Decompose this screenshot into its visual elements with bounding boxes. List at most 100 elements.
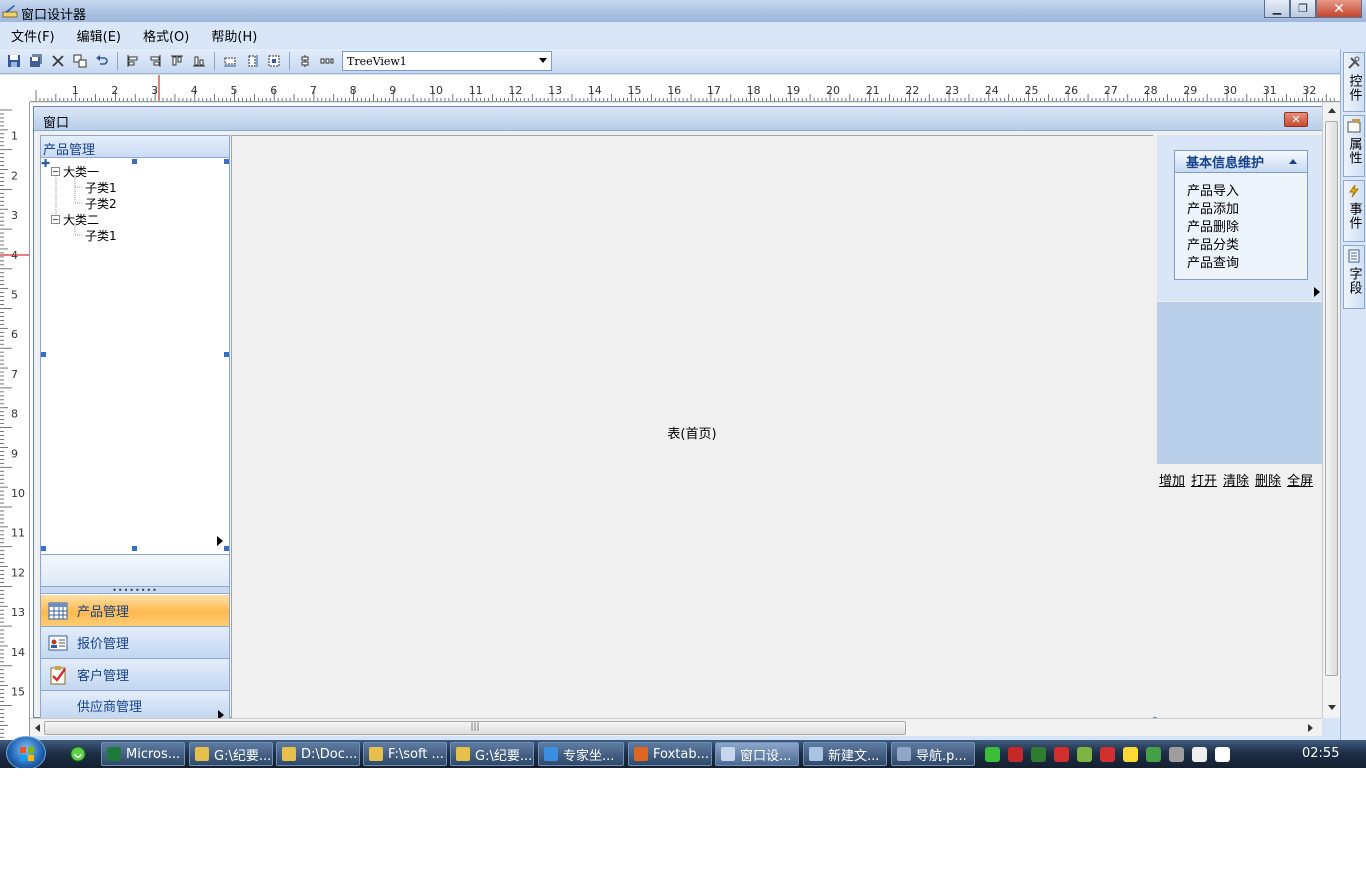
tray-icon[interactable] (1123, 746, 1138, 762)
scroll-down-icon[interactable] (1328, 705, 1336, 710)
tree-node-subcategory[interactable]: 子类1 (85, 227, 117, 243)
delete-link[interactable]: 删除 (1255, 470, 1281, 489)
tree-expander[interactable]: − (51, 166, 60, 176)
taskbar-button[interactable]: Micros... (101, 742, 185, 766)
tree-view[interactable]: − 大类一 子类1 子类2 − 大类二 子类1 ✚ (41, 158, 229, 554)
resize-handle[interactable] (41, 546, 46, 551)
tree-node-category[interactable]: − 大类二 (51, 211, 99, 227)
tray-icon[interactable] (1169, 746, 1184, 762)
vertical-scrollbar[interactable] (1322, 103, 1340, 718)
side-tab-events[interactable]: 事件 (1343, 180, 1365, 242)
splitter-grip[interactable]: •••••••• (41, 586, 229, 595)
scroll-left-icon[interactable] (35, 724, 40, 732)
resize-handle[interactable] (224, 159, 229, 164)
minimize-button[interactable]: ▁ (1264, 0, 1290, 18)
design-canvas[interactable]: 窗口 ✕ 产品管理 − 大类一 子类1 子类2 − 大类二 子类1 ✚ ••••… (30, 103, 1340, 720)
taskbar-button[interactable]: G:\纪要... (189, 742, 273, 766)
taskbar-button[interactable]: Foxtab... (628, 742, 712, 766)
same-width-icon[interactable] (219, 51, 241, 71)
outlook-nav-panel[interactable]: 产品管理 − 大类一 子类1 子类2 − 大类二 子类1 ✚ •••••••• … (40, 135, 230, 720)
control-selector-combo[interactable]: TreeView1 (342, 51, 552, 71)
nav-button-quote[interactable]: 报价管理 (41, 627, 229, 659)
menu-file[interactable]: 文件(F) (3, 26, 63, 45)
align-top-icon[interactable] (166, 51, 188, 71)
quick-launch-icon[interactable] (70, 746, 86, 762)
resize-handle[interactable] (224, 352, 229, 357)
chevron-down-icon[interactable] (539, 58, 547, 63)
same-height-icon[interactable] (241, 51, 263, 71)
nav-button-supplier[interactable]: 供应商管理 (41, 691, 229, 720)
start-button[interactable] (6, 736, 46, 768)
tray-icon[interactable] (1215, 746, 1230, 762)
tree-expander[interactable]: − (51, 214, 60, 224)
task-group[interactable]: 基本信息维护 产品导入 产品添加 产品删除 产品分类 产品查询 (1174, 150, 1308, 280)
tree-node-subcategory[interactable]: 子类1 (85, 179, 117, 195)
task-group-header[interactable]: 基本信息维护 (1175, 151, 1307, 173)
clear-link[interactable]: 清除 (1223, 470, 1249, 489)
play-arrow-icon[interactable] (1314, 287, 1320, 297)
taskbar-button[interactable]: D:\Doc... (276, 742, 360, 766)
content-area[interactable]: 表(首页) (231, 135, 1153, 719)
align-right-icon[interactable] (144, 51, 166, 71)
tray-icon[interactable] (1192, 746, 1207, 762)
task-item[interactable]: 产品删除 (1175, 216, 1307, 235)
nav-button-customer[interactable]: 客户管理 (41, 659, 229, 691)
resize-handle[interactable] (132, 159, 137, 164)
fullscreen-link[interactable]: 全屏 (1287, 470, 1313, 489)
task-pane[interactable]: 基本信息维护 产品导入 产品添加 产品删除 产品分类 产品查询 增加 打开 清除… (1157, 135, 1323, 719)
tree-node-category[interactable]: − 大类一 (51, 163, 99, 179)
undo-icon[interactable] (91, 51, 113, 71)
side-tab-fields[interactable]: 字段 (1343, 245, 1365, 309)
resize-handle[interactable] (41, 352, 46, 357)
taskbar-button[interactable]: F:\soft ... (363, 742, 447, 766)
horizontal-scroll-thumb[interactable]: ||| (44, 721, 906, 735)
menu-format[interactable]: 格式(O) (135, 26, 197, 45)
clock[interactable]: 02:55 (1302, 746, 1339, 761)
taskbar-button[interactable]: 专家坐... (538, 742, 624, 766)
tray-icon[interactable] (1008, 746, 1023, 762)
menu-edit[interactable]: 编辑(E) (69, 26, 129, 45)
scroll-right-icon[interactable] (1308, 724, 1313, 732)
collapse-arrow-icon[interactable] (1289, 159, 1297, 164)
vertical-scroll-thumb[interactable] (1325, 121, 1338, 676)
designed-form[interactable]: 窗口 ✕ 产品管理 − 大类一 子类1 子类2 − 大类二 子类1 ✚ ••••… (33, 106, 1323, 720)
add-link[interactable]: 增加 (1159, 470, 1185, 489)
menu-help[interactable]: 帮助(H) (203, 26, 265, 45)
tray-icon[interactable] (1146, 746, 1161, 762)
scroll-up-icon[interactable] (1328, 108, 1336, 113)
taskbar-button[interactable]: G:\纪要... (450, 742, 534, 766)
close-button[interactable]: ✕ (1316, 0, 1362, 18)
task-item[interactable]: 产品导入 (1175, 180, 1307, 199)
save-all-icon[interactable] (25, 51, 47, 71)
copy-icon[interactable] (69, 51, 91, 71)
save-icon[interactable] (3, 51, 25, 71)
nav-button-product[interactable]: 产品管理 (41, 595, 229, 627)
play-arrow-icon[interactable] (217, 536, 223, 546)
resize-handle[interactable] (132, 546, 137, 551)
move-handle-icon[interactable]: ✚ (41, 158, 50, 169)
align-left-icon[interactable] (122, 51, 144, 71)
task-item[interactable]: 产品查询 (1175, 252, 1307, 271)
open-link[interactable]: 打开 (1191, 470, 1217, 489)
task-item[interactable]: 产品分类 (1175, 234, 1307, 253)
distribute-horizontal-icon[interactable] (316, 51, 338, 71)
tray-icon[interactable] (985, 746, 1000, 762)
tray-icon[interactable] (1054, 746, 1069, 762)
tray-icon[interactable] (1031, 746, 1046, 762)
delete-icon[interactable] (47, 51, 69, 71)
center-vertical-icon[interactable] (294, 51, 316, 71)
form-close-button[interactable]: ✕ (1284, 112, 1308, 127)
tray-icon[interactable] (1100, 746, 1115, 762)
same-size-icon[interactable] (263, 51, 285, 71)
task-item[interactable]: 产品添加 (1175, 198, 1307, 217)
taskbar-button[interactable]: 新建文... (803, 742, 887, 766)
taskbar-button[interactable]: 导航.p... (891, 742, 975, 766)
side-tab-properties[interactable]: 属性 (1343, 115, 1365, 177)
resize-handle[interactable] (224, 546, 229, 551)
tree-node-subcategory[interactable]: 子类2 (85, 195, 117, 211)
maximize-button[interactable]: ❐ (1290, 0, 1316, 18)
tray-icon[interactable] (1077, 746, 1092, 762)
horizontal-scrollbar[interactable]: ||| (30, 718, 1322, 736)
side-tab-controls[interactable]: 控件 (1343, 52, 1365, 112)
taskbar-button[interactable]: 窗口设... (715, 742, 799, 766)
